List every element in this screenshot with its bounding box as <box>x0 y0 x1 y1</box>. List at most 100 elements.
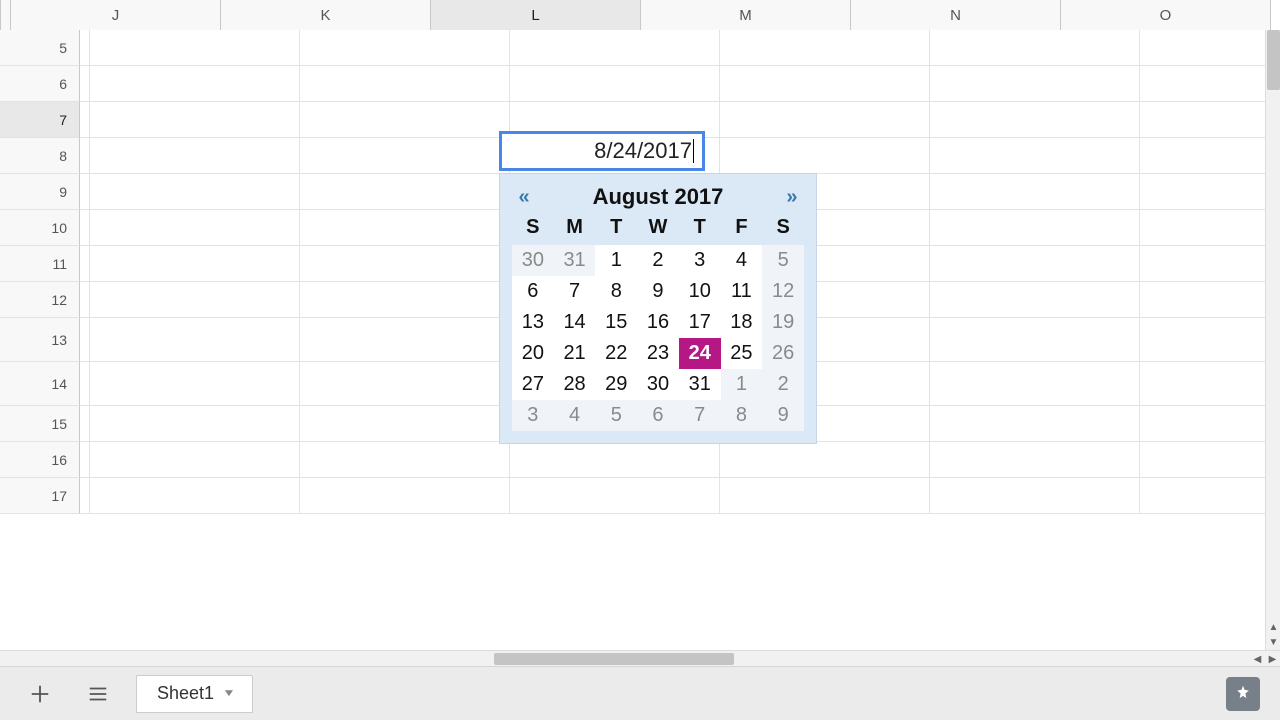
explore-button[interactable] <box>1226 677 1260 711</box>
day-cell[interactable]: 11 <box>721 276 763 307</box>
cell-L5[interactable] <box>510 30 720 66</box>
day-cell[interactable]: 5 <box>595 400 637 431</box>
cell-partial[interactable] <box>80 246 90 282</box>
cell-O17[interactable] <box>1140 478 1265 514</box>
cell-N7[interactable] <box>930 102 1140 138</box>
cell-L6[interactable] <box>510 66 720 102</box>
cell-partial[interactable] <box>80 66 90 102</box>
day-cell[interactable]: 13 <box>512 307 554 338</box>
cell-M5[interactable] <box>720 30 930 66</box>
day-cell[interactable]: 1 <box>721 369 763 400</box>
day-cell[interactable]: 10 <box>679 276 721 307</box>
vertical-scrollbar[interactable]: ▲ ▼ <box>1265 30 1280 650</box>
day-cell[interactable]: 5 <box>762 245 804 276</box>
cell-K12[interactable] <box>300 282 510 318</box>
day-cell[interactable]: 31 <box>554 245 596 276</box>
row-header-5[interactable]: 5 <box>0 30 80 66</box>
cell-O10[interactable] <box>1140 210 1265 246</box>
cell-O15[interactable] <box>1140 406 1265 442</box>
cell-editor[interactable]: 8/24/2017 <box>499 131 705 171</box>
cell-partial[interactable] <box>80 282 90 318</box>
day-cell[interactable]: 7 <box>554 276 596 307</box>
day-cell[interactable]: 15 <box>595 307 637 338</box>
cell-partial[interactable] <box>80 138 90 174</box>
horizontal-scroll-thumb[interactable] <box>494 653 734 665</box>
cell-J16[interactable] <box>90 442 300 478</box>
next-month-button[interactable]: » <box>780 186 804 209</box>
cell-J7[interactable] <box>90 102 300 138</box>
cell-O5[interactable] <box>1140 30 1265 66</box>
cell-K14[interactable] <box>300 362 510 406</box>
day-cell[interactable]: 18 <box>721 307 763 338</box>
cell-K11[interactable] <box>300 246 510 282</box>
cell-N11[interactable] <box>930 246 1140 282</box>
row-header-11[interactable]: 11 <box>0 246 80 282</box>
cell-J11[interactable] <box>90 246 300 282</box>
cell-M7[interactable] <box>720 102 930 138</box>
cell-O13[interactable] <box>1140 318 1265 362</box>
cell-J8[interactable] <box>90 138 300 174</box>
cell-L16[interactable] <box>510 442 720 478</box>
cell-N5[interactable] <box>930 30 1140 66</box>
day-cell[interactable]: 21 <box>554 338 596 369</box>
cell-M6[interactable] <box>720 66 930 102</box>
cell-K10[interactable] <box>300 210 510 246</box>
cell-O8[interactable] <box>1140 138 1265 174</box>
cell-K17[interactable] <box>300 478 510 514</box>
scroll-up-icon[interactable]: ▲ <box>1266 620 1280 635</box>
cell-K8[interactable] <box>300 138 510 174</box>
row-header-7[interactable]: 7 <box>0 102 80 138</box>
day-cell[interactable]: 7 <box>679 400 721 431</box>
row-header-9[interactable]: 9 <box>0 174 80 210</box>
scroll-left-icon[interactable]: ◀ <box>1250 651 1265 667</box>
row-header-14[interactable]: 14 <box>0 362 80 406</box>
cell-N17[interactable] <box>930 478 1140 514</box>
all-sheets-button[interactable] <box>78 674 118 714</box>
cell-K16[interactable] <box>300 442 510 478</box>
date-picker-title[interactable]: August 2017 <box>593 184 724 210</box>
column-header-O[interactable]: O <box>1061 0 1271 30</box>
day-cell[interactable]: 30 <box>512 245 554 276</box>
cell-O7[interactable] <box>1140 102 1265 138</box>
cell-M16[interactable] <box>720 442 930 478</box>
cell-partial[interactable] <box>80 478 90 514</box>
cell-O16[interactable] <box>1140 442 1265 478</box>
day-cell[interactable]: 8 <box>595 276 637 307</box>
cell-M8[interactable] <box>720 138 930 174</box>
day-cell[interactable]: 30 <box>637 369 679 400</box>
cell-K7[interactable] <box>300 102 510 138</box>
cell-L17[interactable] <box>510 478 720 514</box>
row-header-10[interactable]: 10 <box>0 210 80 246</box>
day-cell[interactable]: 8 <box>721 400 763 431</box>
day-cell[interactable]: 2 <box>637 245 679 276</box>
scroll-right-icon[interactable]: ▶ <box>1265 651 1280 667</box>
cell-J5[interactable] <box>90 30 300 66</box>
cell-J6[interactable] <box>90 66 300 102</box>
cell-J14[interactable] <box>90 362 300 406</box>
column-header-M[interactable]: M <box>641 0 851 30</box>
cell-J9[interactable] <box>90 174 300 210</box>
cell-partial[interactable] <box>80 442 90 478</box>
column-header-N[interactable]: N <box>851 0 1061 30</box>
day-cell[interactable]: 16 <box>637 307 679 338</box>
cell-N9[interactable] <box>930 174 1140 210</box>
cell-K5[interactable] <box>300 30 510 66</box>
day-cell[interactable]: 12 <box>762 276 804 307</box>
sheet-tab[interactable]: Sheet1 ▼ <box>136 675 253 713</box>
cell-partial[interactable] <box>80 102 90 138</box>
cell-O14[interactable] <box>1140 362 1265 406</box>
sheet-tab-menu-icon[interactable]: ▼ <box>222 688 236 699</box>
row-header-6[interactable]: 6 <box>0 66 80 102</box>
day-cell[interactable]: 22 <box>595 338 637 369</box>
cell-N12[interactable] <box>930 282 1140 318</box>
cell-O6[interactable] <box>1140 66 1265 102</box>
cell-N10[interactable] <box>930 210 1140 246</box>
cell-K9[interactable] <box>300 174 510 210</box>
row-header-17[interactable]: 17 <box>0 478 80 514</box>
row-header-15[interactable]: 15 <box>0 406 80 442</box>
cell-partial[interactable] <box>80 318 90 362</box>
column-header-partial[interactable] <box>1 0 11 30</box>
cell-partial[interactable] <box>80 210 90 246</box>
row-header-13[interactable]: 13 <box>0 318 80 362</box>
cell-O12[interactable] <box>1140 282 1265 318</box>
